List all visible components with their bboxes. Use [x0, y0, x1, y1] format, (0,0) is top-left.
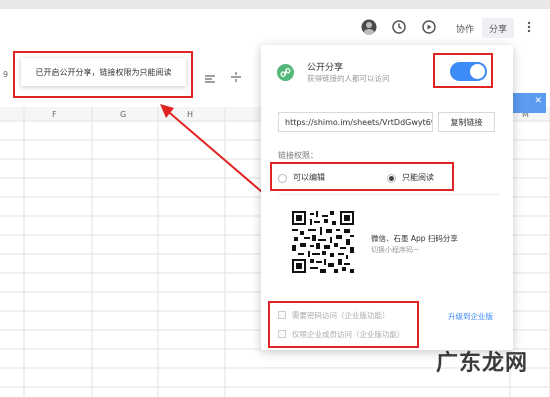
link-icon [277, 64, 294, 81]
align-icon[interactable] [204, 69, 216, 88]
watermark-logo: 广东龙网 [436, 351, 529, 376]
share-title: 公开分享 [307, 63, 344, 73]
permission-label: 链接权限： [278, 151, 318, 160]
annotation-box-permission [270, 162, 454, 191]
vertical-align-icon[interactable] [230, 68, 242, 87]
annotation-box-toggle [433, 53, 493, 88]
collaborate-button[interactable]: 协作 [451, 18, 479, 38]
column-header-g[interactable]: G [120, 110, 126, 119]
history-icon[interactable] [391, 19, 409, 37]
column-header-f[interactable]: F [52, 110, 57, 119]
avatar[interactable] [361, 19, 379, 37]
row-number: 9 [3, 70, 9, 79]
share-url-field[interactable]: https://shimo.im/sheets/VrtDdGwyt69yH [278, 112, 433, 132]
upgrade-enterprise-link[interactable]: 升级到企业版 [448, 311, 493, 322]
browser-strip [0, 0, 550, 9]
annotation-box-enterprise [268, 301, 419, 348]
qr-code [292, 211, 354, 273]
copy-link-button[interactable]: 复制链接 [438, 112, 495, 132]
more-icon[interactable] [524, 19, 534, 37]
divider [278, 194, 500, 195]
close-icon[interactable]: ✕ [534, 96, 542, 106]
side-button[interactable]: ✕ [512, 93, 546, 113]
annotation-box-toast [13, 51, 193, 98]
present-icon[interactable] [421, 19, 439, 37]
top-bar: 协作 分享 [0, 0, 550, 44]
switch-miniprogram-link[interactable]: 切换小程序码~ [371, 245, 419, 255]
annotation-arrow [160, 104, 263, 193]
share-subtitle: 获得链接的人都可以访问 [307, 74, 390, 83]
qr-share-text: 微信、石墨 App 扫码分享 [371, 234, 458, 243]
share-button[interactable]: 分享 [482, 18, 514, 38]
share-panel: 公开分享 获得链接的人都可以访问 https://shimo.im/sheets… [261, 45, 513, 350]
